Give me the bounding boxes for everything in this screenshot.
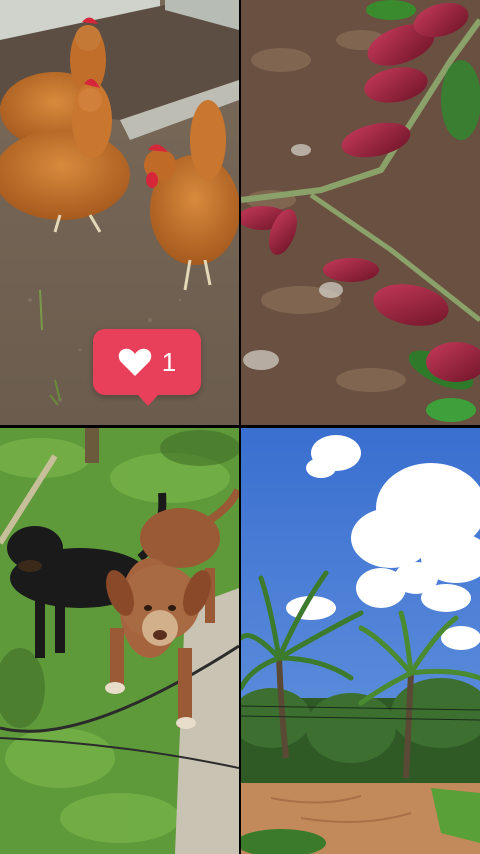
cacao-photo[interactable] [241,0,480,425]
heart-icon [118,348,152,376]
like-notification-badge[interactable]: 1 [93,329,201,406]
like-count: 1 [161,347,177,377]
dogs-photo[interactable] [0,428,239,854]
photo-collage: 1 [0,0,480,854]
palm-trees-photo[interactable] [241,428,480,854]
